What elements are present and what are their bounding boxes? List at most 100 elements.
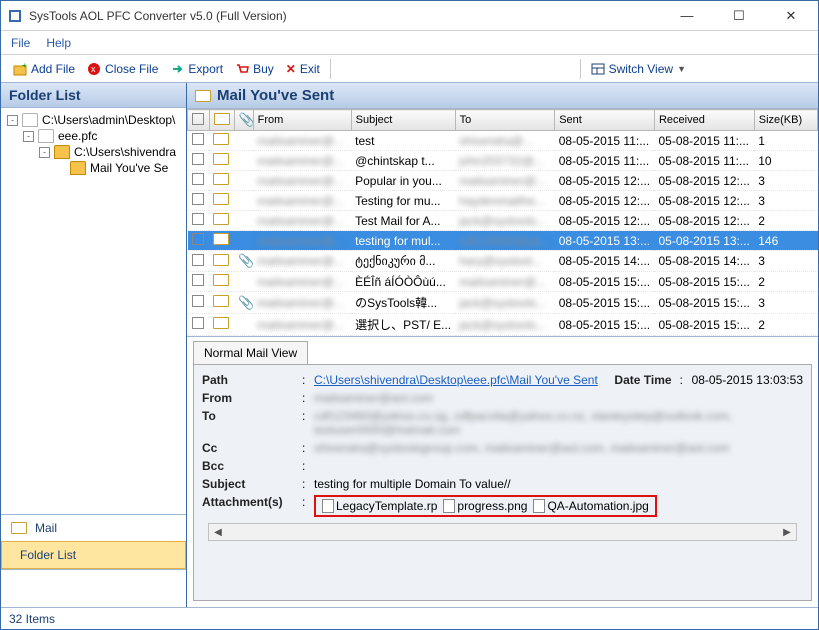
row-checkbox[interactable] — [192, 254, 204, 266]
tree-node[interactable]: -C:\Users\shivendra — [3, 144, 184, 160]
buy-button[interactable]: Buy — [229, 60, 280, 78]
table-row[interactable]: mailxaminer@...Testing for mu...haydenma… — [188, 191, 818, 211]
table-row[interactable]: mailxaminer@...Popular in you...mailxami… — [188, 171, 818, 191]
mail-icon — [11, 522, 27, 534]
table-row[interactable]: mailxaminer@...ÈÉÎñ áÍÓÒÔùú...mailxamine… — [188, 272, 818, 292]
exit-label: Exit — [300, 62, 320, 76]
minimize-button[interactable]: — — [666, 2, 708, 30]
value-to: cdf123460@yahoo.co.sg, cdfpacvita@yahoo.… — [314, 409, 794, 437]
column-header[interactable] — [209, 110, 234, 131]
label-subject: Subject — [202, 477, 302, 491]
close-file-button[interactable]: x Close File — [81, 60, 164, 78]
main-area: Folder List -C:\Users\admin\Desktop\-eee… — [1, 83, 818, 607]
table-row[interactable]: mailxaminer@...Test Mail for A...jack@sy… — [188, 211, 818, 231]
table-body: mailxaminer@...testshivendra@...08-05-20… — [188, 131, 818, 336]
folder-tree[interactable]: -C:\Users\admin\Desktop\-eee.pfc-C:\User… — [1, 108, 186, 498]
row-checkbox[interactable] — [192, 274, 204, 286]
exit-button[interactable]: ✕ Exit — [280, 60, 326, 78]
tree-node[interactable]: Mail You've Se — [3, 160, 184, 176]
mail-icon — [213, 254, 229, 266]
table-row[interactable]: mailxaminer@...選択し、PST/ E...jack@systool… — [188, 314, 818, 336]
tree-node[interactable]: -C:\Users\admin\Desktop\ — [3, 112, 184, 128]
tree-node[interactable]: -eee.pfc — [3, 128, 184, 144]
preview-pane: Normal Mail View Path: C:\Users\shivendr… — [187, 337, 818, 607]
cell-from: mailxaminer@... — [257, 254, 344, 268]
column-header[interactable]: Sent — [555, 110, 655, 131]
table-row[interactable]: mailxaminer@...testing for mul...cdf1234… — [188, 231, 818, 251]
attachment-item[interactable]: LegacyTemplate.rp — [322, 499, 437, 513]
row-checkbox[interactable] — [192, 213, 204, 225]
checkbox-all[interactable] — [192, 113, 204, 125]
add-file-label: Add File — [31, 62, 75, 76]
status-item-count: 32 Items — [9, 612, 55, 626]
attachment-item[interactable]: QA-Automation.jpg — [533, 499, 648, 513]
mail-icon — [195, 90, 211, 102]
column-header[interactable]: Received — [654, 110, 754, 131]
close-file-label: Close File — [105, 62, 158, 76]
cell-from: mailxaminer@... — [257, 234, 344, 248]
mail-icon — [214, 113, 230, 125]
exit-icon: ✕ — [286, 62, 296, 76]
row-checkbox[interactable] — [192, 133, 204, 145]
toolbar-separator — [580, 59, 581, 79]
expand-icon[interactable]: - — [7, 115, 18, 126]
row-checkbox[interactable] — [192, 295, 204, 307]
cell-to: jack@systools... — [459, 296, 546, 310]
preview-tabs: Normal Mail View — [187, 337, 818, 364]
row-checkbox[interactable] — [192, 153, 204, 165]
tree-h-scroll[interactable] — [1, 498, 186, 514]
close-button[interactable]: ✕ — [770, 2, 812, 30]
cell-received: 05-08-2015 14:... — [654, 251, 754, 272]
table-row[interactable]: mailxaminer@...@chintskap t...john203732… — [188, 151, 818, 171]
mail-grid[interactable]: 📎FromSubjectToSentReceivedSize(KB) mailx… — [187, 109, 818, 337]
preview-h-scroll[interactable]: ◀ ▶ — [208, 523, 797, 541]
column-header[interactable]: Subject — [351, 110, 455, 131]
value-subject: testing for multiple Domain To value// — [314, 477, 511, 491]
attachment-icon: 📎 — [239, 112, 249, 128]
switch-view-button[interactable]: Switch View ▼ — [585, 60, 692, 78]
export-button[interactable]: Export — [164, 60, 229, 78]
column-header[interactable]: Size(KB) — [754, 110, 817, 131]
column-header[interactable]: 📎 — [234, 110, 253, 131]
nav-mail[interactable]: Mail — [1, 514, 186, 541]
label-attachments: Attachment(s) — [202, 495, 302, 517]
tab-normal-mail-view[interactable]: Normal Mail View — [193, 341, 308, 364]
path-link[interactable]: C:\Users\shivendra\Desktop\eee.pfc\Mail … — [314, 373, 598, 387]
column-header[interactable] — [188, 110, 210, 131]
left-spacer — [1, 569, 186, 607]
attachment-icon: 📎 — [238, 295, 248, 311]
nav-folder-list[interactable]: Folder List — [1, 541, 186, 569]
column-header[interactable]: From — [253, 110, 351, 131]
preview-body: Path: C:\Users\shivendra\Desktop\eee.pfc… — [193, 364, 812, 601]
column-header[interactable]: To — [455, 110, 555, 131]
row-checkbox[interactable] — [192, 173, 204, 185]
expand-icon[interactable]: - — [39, 147, 50, 158]
menu-help[interactable]: Help — [46, 36, 71, 50]
table-row[interactable]: 📎mailxaminer@...のSysTools韓...jack@systoo… — [188, 292, 818, 314]
expand-icon[interactable]: - — [23, 131, 34, 142]
cell-from: mailxaminer@... — [257, 174, 344, 188]
cell-to: jack@systools... — [459, 318, 546, 332]
attachment-item[interactable]: progress.png — [443, 499, 527, 513]
row-checkbox[interactable] — [192, 193, 204, 205]
cell-received: 05-08-2015 15:... — [654, 292, 754, 314]
right-panel: Mail You've Sent 📎FromSubjectToSentRecei… — [187, 83, 818, 607]
add-file-button[interactable]: + Add File — [7, 60, 81, 78]
mail-icon — [213, 233, 229, 245]
table-row[interactable]: mailxaminer@...testshivendra@...08-05-20… — [188, 131, 818, 151]
toolbar-separator — [330, 59, 331, 79]
app-logo-icon — [7, 8, 23, 24]
status-bar: 32 Items — [1, 607, 818, 629]
maximize-button[interactable]: ☐ — [718, 2, 760, 30]
scroll-left-icon[interactable]: ◀ — [209, 527, 227, 538]
svg-text:x: x — [91, 64, 96, 74]
row-checkbox[interactable] — [192, 233, 204, 245]
cell-sent: 08-05-2015 12:... — [555, 171, 655, 191]
scroll-right-icon[interactable]: ▶ — [778, 527, 796, 538]
row-checkbox[interactable] — [192, 317, 204, 329]
export-label: Export — [188, 62, 223, 76]
cell-subject: 選択し、PST/ E... — [351, 314, 455, 336]
menu-file[interactable]: File — [11, 36, 30, 50]
table-row[interactable]: 📎mailxaminer@...ტექნიკური მ...hary@systo… — [188, 251, 818, 272]
cell-to: haydenmatthe... — [459, 194, 545, 208]
